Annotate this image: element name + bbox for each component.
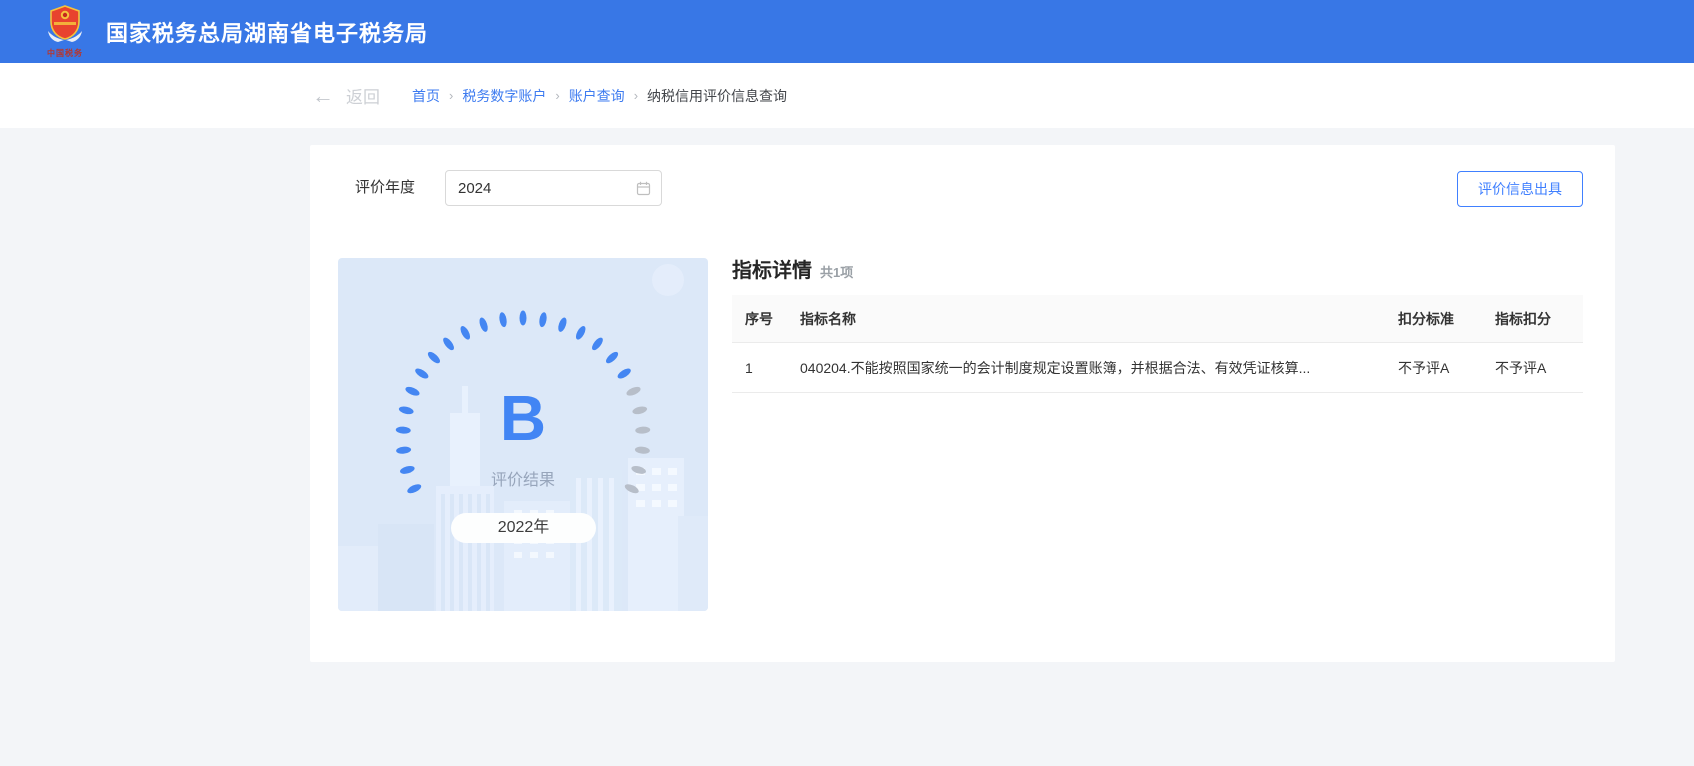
col-header-index: 序号 xyxy=(732,309,800,329)
logo-caption: 中国税务 xyxy=(47,47,83,59)
rating-year-chip[interactable]: 2022年 xyxy=(451,513,596,543)
cell-standard: 不予评A xyxy=(1398,358,1495,378)
breadcrumb-account-query[interactable]: 账户查询 xyxy=(569,86,625,106)
issue-evaluation-info-button[interactable]: 评价信息出具 xyxy=(1457,171,1583,207)
evaluation-year-picker[interactable] xyxy=(445,170,662,206)
breadcrumb-bar: ← 返回 首页 › 税务数字账户 › 账户查询 › 纳税信用评价信息查询 xyxy=(0,63,1694,128)
back-arrow-icon[interactable]: ← xyxy=(312,85,334,107)
breadcrumb-home[interactable]: 首页 xyxy=(412,86,440,106)
section-header: 指标详情 共1项 xyxy=(732,254,853,283)
section-count-badge: 共1项 xyxy=(820,262,853,281)
tax-emblem-icon xyxy=(44,5,86,47)
app-header: 中国税务 国家税务总局湖南省电子税务局 xyxy=(0,0,1694,63)
page-title: 国家税务总局湖南省电子税务局 xyxy=(106,16,428,48)
breadcrumb-current: 纳税信用评价信息查询 xyxy=(647,86,787,106)
tax-bureau-logo: 中国税务 xyxy=(36,5,94,59)
credit-grade: B xyxy=(338,386,708,450)
evaluation-year-input[interactable] xyxy=(446,180,616,197)
indicator-table: 序号 指标名称 扣分标准 指标扣分 1 040204.不能按照国家统一的会计制度… xyxy=(732,295,1583,393)
content-card: 评价年度 评价信息出具 xyxy=(310,145,1615,662)
cell-name: 040204.不能按照国家统一的会计制度规定设置账簿，并根据合法、有效凭证核算.… xyxy=(800,358,1398,378)
col-header-name: 指标名称 xyxy=(800,309,1398,329)
table-row: 1 040204.不能按照国家统一的会计制度规定设置账簿，并根据合法、有效凭证核… xyxy=(732,343,1583,393)
evaluation-year-label: 评价年度 xyxy=(355,170,415,206)
col-header-deduction: 指标扣分 xyxy=(1495,309,1583,329)
chevron-right-icon: › xyxy=(449,88,453,103)
section-title: 指标详情 xyxy=(732,254,812,283)
breadcrumb-digital-account[interactable]: 税务数字账户 xyxy=(462,86,546,106)
chevron-right-icon: › xyxy=(634,88,638,103)
chevron-right-icon: › xyxy=(555,88,559,103)
gauge-tick xyxy=(520,311,527,326)
calendar-icon[interactable] xyxy=(636,181,651,196)
breadcrumb: 首页 › 税务数字账户 › 账户查询 › 纳税信用评价信息查询 xyxy=(412,86,787,106)
credit-rating-card: B 评价结果 2022年 xyxy=(338,258,708,611)
credit-grade-label: 评价结果 xyxy=(338,466,708,490)
cell-deduction: 不予评A xyxy=(1495,358,1583,378)
table-header-row: 序号 指标名称 扣分标准 指标扣分 xyxy=(732,295,1583,343)
cell-index: 1 xyxy=(732,360,800,376)
col-header-standard: 扣分标准 xyxy=(1398,309,1495,329)
back-button[interactable]: 返回 xyxy=(346,83,380,108)
